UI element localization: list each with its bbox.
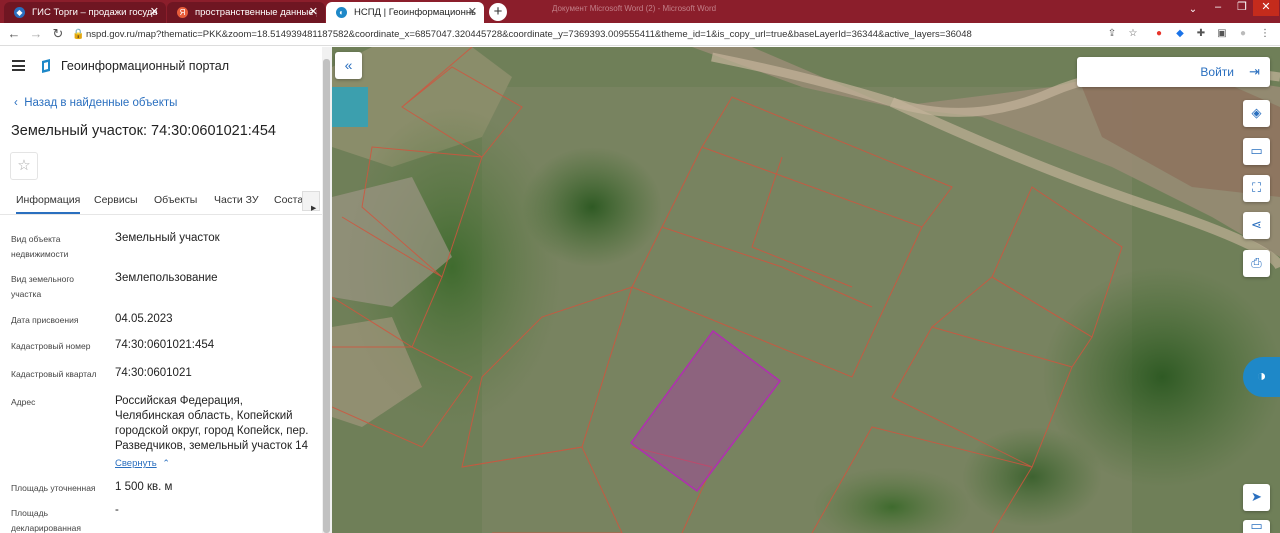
field-label: Дата присвоения — [11, 315, 79, 325]
select-area-icon: ⛶ — [1251, 180, 1262, 195]
profile-avatar-icon[interactable]: ● — [1236, 27, 1250, 41]
double-chevron-left-icon: « — [344, 57, 353, 73]
share-icon[interactable]: ⇪ — [1105, 27, 1119, 41]
portal-header: Геоинформационный портал — [0, 47, 322, 85]
map-tool-partial-button[interactable]: ▭ — [1243, 518, 1270, 533]
field-value: 74:30:0601021 — [115, 367, 192, 379]
side-panel-icon[interactable]: ▣ — [1215, 27, 1229, 41]
tab-information[interactable]: Информация — [16, 194, 81, 214]
field-label: Вид земельного участка — [11, 274, 75, 299]
address-bar-row: ← → ↻ 🔒 nspd.gov.ru/map?thematic=PKK&zoo… — [0, 23, 1280, 46]
star-icon: ☆ — [17, 157, 31, 174]
forward-arrow-icon[interactable]: → — [28, 26, 44, 42]
tab-title: пространственные данные рос — [195, 7, 317, 18]
printer-icon: ⎙ — [1251, 255, 1262, 270]
restore-button[interactable]: ❐ — [1229, 0, 1255, 16]
tab-composition[interactable]: Соста — [274, 194, 303, 206]
tabs-scroll-right-button[interactable]: ▸ — [302, 191, 320, 214]
reload-icon[interactable]: ↻ — [50, 26, 66, 42]
field-label: Кадастровый квартал — [11, 369, 97, 379]
login-button[interactable]: Войти ⇥ — [1077, 57, 1270, 87]
browser-tab-nspd[interactable]: ◐ НСПД | Геоинформационный п ✕ — [326, 2, 484, 23]
yandex-favicon-icon: Я — [177, 7, 188, 18]
share-nodes-icon: ⋖ — [1251, 217, 1262, 232]
field-label: Площадь декларированная — [11, 508, 81, 533]
back-link-label: Назад в найденные объекты — [24, 97, 178, 109]
layers-icon: ◈ — [1251, 105, 1262, 120]
close-tab-icon[interactable]: ✕ — [468, 5, 477, 18]
field-value: Земельный участок — [115, 232, 220, 244]
close-window-button[interactable]: ✕ — [1253, 0, 1279, 16]
map-view[interactable] — [332, 47, 1280, 533]
chevron-up-icon: ⌃ — [159, 458, 170, 468]
field-label: Кадастровый номер — [11, 341, 91, 351]
locate-button[interactable]: ➤ — [1243, 484, 1270, 511]
close-tab-icon[interactable]: ✕ — [309, 5, 318, 18]
object-tabs: Информация Сервисы Объекты Части ЗУ Сост… — [0, 187, 322, 215]
share-button[interactable]: ⋖ — [1243, 212, 1270, 239]
extension-shield-icon[interactable]: ◆ — [1173, 27, 1187, 41]
layers-button[interactable]: ◈ — [1243, 100, 1270, 127]
satellite-map[interactable] — [332, 47, 1280, 533]
assistant-logo-icon: ◑ — [1256, 368, 1267, 385]
collapse-link[interactable]: Свернуть — [115, 458, 157, 469]
tab-title: ГИС Торги – продажи государст — [32, 7, 157, 18]
field-value: Российская Федерация, Челябинская област… — [115, 395, 309, 452]
login-arrow-icon: ⇥ — [1249, 64, 1260, 79]
close-tab-icon[interactable]: ✕ — [150, 5, 159, 18]
gis-torgi-favicon-icon: ◆ — [14, 7, 25, 18]
select-area-button[interactable]: ⛶ — [1243, 175, 1270, 202]
field-label: Вид объекта недвижимости — [11, 234, 69, 259]
object-info-panel: Геоинформационный портал ‹ Назад в найде… — [0, 47, 322, 533]
tab-search-chevron-icon[interactable]: ⌄ — [1186, 4, 1200, 18]
portal-logo-icon — [42, 59, 50, 73]
field-value: 74:30:0601021:454 — [115, 339, 215, 351]
panel-scrollbar[interactable] — [322, 47, 332, 533]
browser-tab-gis-torgi[interactable]: ◆ ГИС Торги – продажи государст ✕ — [4, 2, 166, 23]
bookmark-star-icon[interactable]: ☆ — [1126, 27, 1140, 41]
location-arrow-icon: ➤ — [1251, 489, 1262, 504]
map-tool-icon: ▭ — [1250, 518, 1263, 533]
field-value: 1 500 кв. м — [115, 481, 173, 493]
field-value: Землепользование — [115, 272, 218, 284]
back-to-results-link[interactable]: ‹ Назад в найденные объекты — [14, 97, 177, 109]
tab-objects[interactable]: Объекты — [154, 194, 197, 206]
puzzle-extensions-icon[interactable]: ✚ — [1194, 27, 1208, 41]
new-tab-button[interactable]: + — [489, 3, 507, 21]
url-field[interactable]: 🔒 nspd.gov.ru/map?thematic=PKK&zoom=18.5… — [72, 25, 1152, 44]
minimize-button[interactable]: – — [1205, 0, 1231, 16]
nspd-favicon-icon: ◐ — [336, 7, 347, 18]
lock-icon: 🔒 — [72, 29, 85, 40]
back-arrow-icon[interactable]: ← — [6, 26, 22, 42]
yandex-extension-icon[interactable]: ● — [1152, 27, 1166, 41]
window-title: Документ Microsoft Word (2) - Microsoft … — [552, 4, 717, 13]
browser-tab-bar: ◆ ГИС Торги – продажи государст ✕ Я прос… — [0, 0, 1280, 23]
object-title: Земельный участок: 74:30:0601021:454 — [11, 123, 276, 139]
ruler-icon: ▭ — [1250, 143, 1263, 158]
print-button[interactable]: ⎙ — [1243, 250, 1270, 277]
field-value: - — [115, 504, 119, 516]
measure-button[interactable]: ▭ — [1243, 138, 1270, 165]
favorite-star-button[interactable]: ☆ — [10, 152, 38, 180]
field-label: Площадь уточненная — [11, 483, 96, 493]
collapse-panel-button[interactable]: « — [335, 52, 362, 79]
tab-services[interactable]: Сервисы — [94, 194, 138, 206]
field-label: Адрес — [11, 397, 36, 407]
browser-tab-yandex[interactable]: Я пространственные данные рос ✕ — [167, 2, 325, 23]
field-value: 04.05.2023 — [115, 313, 173, 325]
tab-parts[interactable]: Части ЗУ — [214, 194, 259, 206]
login-label: Войти — [1200, 65, 1234, 79]
url-text: nspd.gov.ru/map?thematic=PKK&zoom=18.514… — [86, 29, 972, 40]
assistant-button[interactable]: ◑ — [1243, 357, 1280, 397]
portal-title: Геоинформационный портал — [61, 59, 230, 73]
browser-menu-icon[interactable]: ⋮ — [1258, 27, 1272, 41]
hamburger-menu-icon[interactable] — [12, 60, 25, 71]
scrollbar-thumb[interactable] — [323, 59, 330, 533]
tab-title: НСПД | Геоинформационный п — [354, 7, 476, 18]
chevron-right-icon: ▸ — [311, 202, 317, 214]
chevron-left-icon: ‹ — [14, 97, 25, 109]
